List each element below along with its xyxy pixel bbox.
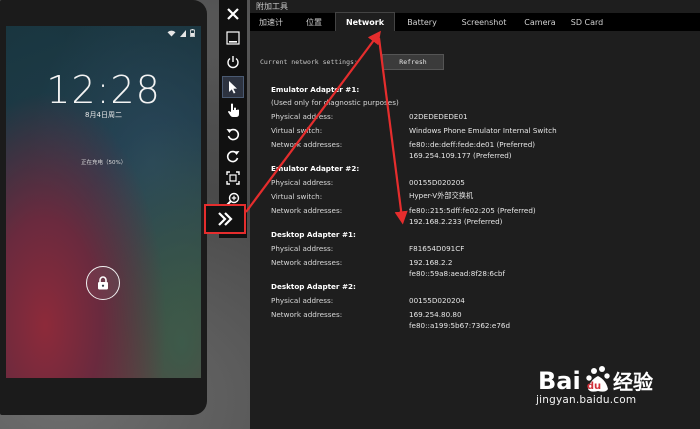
lock-clock: 12:28 xyxy=(46,68,161,112)
tab-location[interactable]: 位置 xyxy=(292,13,336,31)
adapter-note: (Used only for diagnostic purposes) xyxy=(271,98,399,107)
close-icon[interactable] xyxy=(223,4,243,24)
row-value: 192.168.2.233 (Preferred) xyxy=(409,217,503,226)
minimize-icon[interactable] xyxy=(223,28,243,48)
row-label: Physical address: xyxy=(271,178,334,187)
touch-icon[interactable] xyxy=(223,100,243,120)
row-value: fe80::a199:5b67:7362:e76d xyxy=(409,321,511,330)
row-value: fe80::215:5dff:fe02:205 (Preferred) xyxy=(409,206,536,215)
row-value: Windows Phone Emulator Internal Switch xyxy=(409,126,557,135)
row-label: Virtual switch: xyxy=(271,126,323,135)
current-network-label: Current network settings: xyxy=(260,58,358,66)
lock-date: 8月4日周二 xyxy=(85,111,122,119)
row-label: Virtual switch: xyxy=(271,192,323,201)
window-title: 附加工具 xyxy=(256,2,288,11)
svg-text:du: du xyxy=(587,381,601,392)
wifi-icon xyxy=(167,30,176,36)
row-value: 169.254.80.80 xyxy=(409,310,462,319)
rotate-left-icon[interactable] xyxy=(223,124,243,144)
tab-camera[interactable]: Camera xyxy=(518,13,562,31)
adapter-title: Desktop Adapter #2: xyxy=(271,282,356,291)
adapter-title: Emulator Adapter #1: xyxy=(271,85,360,94)
charging-status: 正在充电（50%） xyxy=(81,160,127,166)
tab-accelerometer[interactable]: 加速计 xyxy=(250,13,292,31)
phone-lock-screen[interactable]: 12:28 8月4日周二 正在充电（50%） xyxy=(6,26,201,378)
row-label: Physical address: xyxy=(271,112,334,121)
row-value: 169.254.109.177 (Preferred) xyxy=(409,151,512,160)
row-value: 00155D020205 xyxy=(409,178,465,187)
emulator-phone: 12:28 8月4日周二 正在充电（50%） xyxy=(0,0,207,415)
tab-screenshot[interactable]: Screenshot xyxy=(450,13,518,31)
pointer-icon[interactable] xyxy=(222,76,244,98)
tab-network[interactable]: Network xyxy=(335,12,395,32)
tools-tab-bar: 加速计 位置 Network Battery Screenshot Camera… xyxy=(250,12,700,32)
row-label: Network addresses: xyxy=(271,140,343,149)
rotate-right-icon[interactable] xyxy=(223,146,243,166)
row-label: Network addresses: xyxy=(271,310,343,319)
row-value: 192.168.2.2 xyxy=(409,258,453,267)
tab-sd-card[interactable]: SD Card xyxy=(562,13,612,31)
unlock-button[interactable] xyxy=(86,266,120,300)
refresh-button[interactable]: Refresh xyxy=(382,54,444,70)
row-label: Network addresses: xyxy=(271,206,343,215)
row-value: fe80::de:deff:fede:de01 (Preferred) xyxy=(409,140,536,149)
adapter-title: Desktop Adapter #1: xyxy=(271,230,356,239)
svg-text:经验: 经验 xyxy=(613,370,653,394)
expand-tools-button[interactable] xyxy=(204,204,246,234)
lock-icon xyxy=(98,276,108,290)
svg-text:Bai: Bai xyxy=(538,367,581,395)
battery-icon xyxy=(190,29,195,37)
row-value: Hyper-V外部交换机 xyxy=(409,191,474,200)
row-value: 00155D020204 xyxy=(409,296,465,305)
double-chevron-right-icon xyxy=(218,212,233,226)
row-value: fe80::59a8:aead:8f28:6cbf xyxy=(409,269,505,278)
tab-battery[interactable]: Battery xyxy=(394,13,450,31)
watermark-url: jingyan.baidu.com xyxy=(536,394,637,406)
row-label: Network addresses: xyxy=(271,258,343,267)
row-label: Physical address: xyxy=(271,296,334,305)
signal-icon xyxy=(180,29,186,37)
adapter-title: Emulator Adapter #2: xyxy=(271,164,360,173)
emulator-toolbar xyxy=(219,0,247,238)
row-label: Physical address: xyxy=(271,244,334,253)
phone-status-bar xyxy=(6,26,201,40)
fit-screen-icon[interactable] xyxy=(223,168,243,188)
row-value: F81654D091CF xyxy=(409,244,465,253)
row-value: 02DEDEDEDE01 xyxy=(409,112,468,121)
power-icon[interactable] xyxy=(223,52,243,72)
